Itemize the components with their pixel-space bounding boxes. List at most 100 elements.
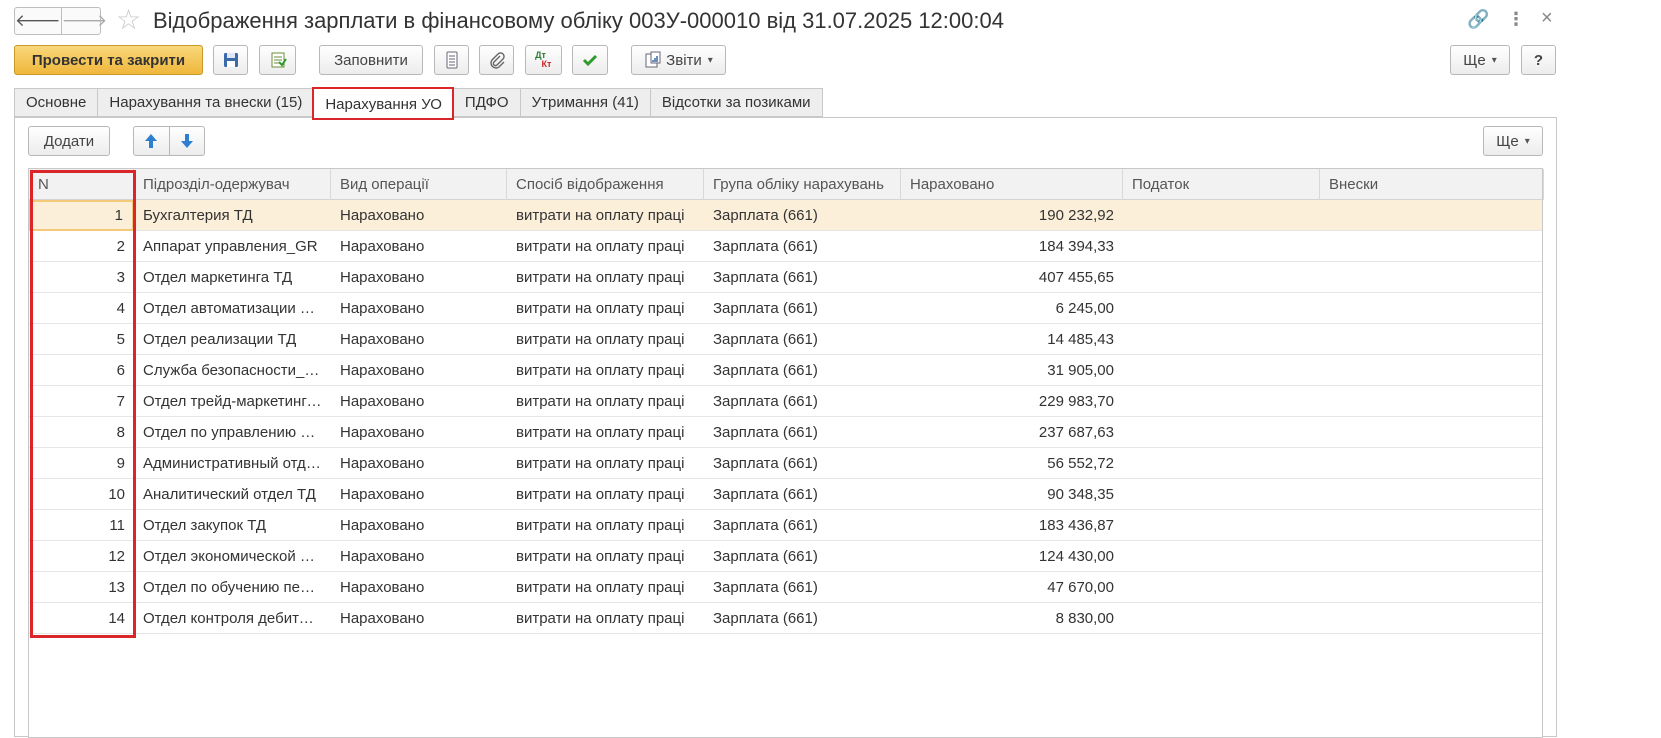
operation-cell[interactable]: Нараховано	[331, 355, 507, 386]
method-cell[interactable]: витрати на оплату праці	[507, 355, 704, 386]
fill-button[interactable]: Заповнити	[319, 45, 423, 75]
operation-cell[interactable]: Нараховано	[331, 262, 507, 293]
forward-arrow-icon[interactable]: 🡒	[60, 8, 107, 34]
department-cell[interactable]: Отдел по обучению персонала	[134, 572, 331, 603]
department-cell[interactable]: Отдел контроля дебиторской задолженности	[134, 603, 331, 634]
table-row[interactable]: 14Отдел контроля дебиторской задолженнос…	[29, 603, 1542, 634]
tab-deductions[interactable]: Утримання (41)	[519, 88, 650, 117]
department-cell[interactable]: Бухгалтерия ТД	[134, 200, 331, 231]
accrued-cell[interactable]: 184 394,33	[901, 231, 1123, 262]
n-cell[interactable]: 10	[29, 479, 134, 510]
department-cell[interactable]: Аппарат управления_GR	[134, 231, 331, 262]
tab-accruals-contributions[interactable]: Нарахування та внески (15)	[97, 88, 314, 117]
tax-cell[interactable]	[1123, 355, 1320, 386]
tax-cell[interactable]	[1123, 417, 1320, 448]
tax-cell[interactable]	[1123, 510, 1320, 541]
operation-cell[interactable]: Нараховано	[331, 417, 507, 448]
group-cell[interactable]: Зарплата (661)	[704, 541, 901, 572]
n-cell[interactable]: 2	[29, 231, 134, 262]
n-cell[interactable]: 6	[29, 355, 134, 386]
operation-cell[interactable]: Нараховано	[331, 510, 507, 541]
more-options-icon[interactable]: ⋮	[1507, 9, 1525, 30]
back-arrow-icon[interactable]: 🡐	[15, 8, 61, 34]
document-list-button[interactable]	[434, 45, 469, 75]
method-cell[interactable]: витрати на оплату праці	[507, 448, 704, 479]
n-cell[interactable]: 13	[29, 572, 134, 603]
table-row[interactable]: 5 Отдел реализации ТД Нараховано витрати на…	[29, 324, 1542, 355]
n-cell[interactable]: 5	[29, 324, 134, 355]
help-button[interactable]: ?	[1521, 45, 1556, 75]
operation-cell[interactable]: Нараховано	[331, 200, 507, 231]
n-cell[interactable]: 7	[29, 386, 134, 417]
table-row[interactable]: 12Отдел экономической безопасностиНарахо…	[29, 541, 1542, 572]
operation-cell[interactable]: Нараховано	[331, 541, 507, 572]
accrued-cell[interactable]: 190 232,92	[901, 200, 1123, 231]
tax-cell[interactable]	[1123, 293, 1320, 324]
table-row[interactable]: 3 Отдел маркетинга ТД Нараховано витрати на…	[29, 262, 1542, 293]
contributions-cell[interactable]	[1320, 572, 1544, 603]
col-n-header[interactable]: N	[29, 169, 134, 200]
department-cell[interactable]: Аналитический отдел ТД	[134, 479, 331, 510]
department-cell[interactable]: Служба безопасности_GR	[134, 355, 331, 386]
table-row[interactable]: 10 Аналитический отдел ТД Нараховано витрат…	[29, 479, 1542, 510]
group-cell[interactable]: Зарплата (661)	[704, 262, 901, 293]
col-method-header[interactable]: Спосіб відображення	[507, 169, 704, 200]
accrued-cell[interactable]: 183 436,87	[901, 510, 1123, 541]
operation-cell[interactable]: Нараховано	[331, 479, 507, 510]
table-row[interactable]: 9 Административный отдел ТД Нараховано витр…	[29, 448, 1542, 479]
col-tax-header[interactable]: Податок	[1123, 169, 1320, 200]
tax-cell[interactable]	[1123, 231, 1320, 262]
accrued-cell[interactable]: 8 830,00	[901, 603, 1123, 634]
contributions-cell[interactable]	[1320, 324, 1544, 355]
operation-cell[interactable]: Нараховано	[331, 603, 507, 634]
method-cell[interactable]: витрати на оплату праці	[507, 510, 704, 541]
group-cell[interactable]: Зарплата (661)	[704, 603, 901, 634]
col-group-header[interactable]: Група обліку нарахувань	[704, 169, 901, 200]
accrued-cell[interactable]: 56 552,72	[901, 448, 1123, 479]
table-row[interactable]: 8Отдел по управлению персоналомНарахован…	[29, 417, 1542, 448]
contributions-cell[interactable]	[1320, 603, 1544, 634]
n-cell[interactable]: 9	[29, 448, 134, 479]
group-cell[interactable]: Зарплата (661)	[704, 417, 901, 448]
department-cell[interactable]: Отдел закупок ТД	[134, 510, 331, 541]
group-cell[interactable]: Зарплата (661)	[704, 572, 901, 603]
link-icon[interactable]: 🔗	[1467, 9, 1489, 30]
operation-cell[interactable]: Нараховано	[331, 386, 507, 417]
tab-accruals-uo[interactable]: Нарахування УО	[312, 87, 454, 120]
accrued-cell[interactable]: 124 430,00	[901, 541, 1123, 572]
n-cell[interactable]: 4	[29, 293, 134, 324]
accrued-cell[interactable]: 237 687,63	[901, 417, 1123, 448]
move-down-button[interactable]	[170, 127, 205, 155]
table-row[interactable]: 2 Аппарат управления_GR Нараховано витрати …	[29, 231, 1542, 262]
accrued-cell[interactable]: 90 348,35	[901, 479, 1123, 510]
group-cell[interactable]: Зарплата (661)	[704, 231, 901, 262]
post-document-button[interactable]	[259, 45, 296, 75]
n-cell[interactable]: 8	[29, 417, 134, 448]
favorite-star-icon[interactable]: ☆	[116, 6, 141, 34]
contributions-cell[interactable]	[1320, 293, 1544, 324]
group-cell[interactable]: Зарплата (661)	[704, 510, 901, 541]
accrued-cell[interactable]: 407 455,65	[901, 262, 1123, 293]
dt-kt-button[interactable]: Дт Кт	[525, 45, 562, 75]
table-row[interactable]: 13Отдел по обучению персоналаНарахованов…	[29, 572, 1542, 603]
n-cell[interactable]: 1	[29, 200, 134, 231]
n-cell[interactable]: 3	[29, 262, 134, 293]
group-cell[interactable]: Зарплата (661)	[704, 386, 901, 417]
accrued-cell[interactable]: 14 485,43	[901, 324, 1123, 355]
operation-cell[interactable]: Нараховано	[331, 448, 507, 479]
col-contributions-header[interactable]: Внески	[1320, 169, 1544, 200]
department-cell[interactable]: Отдел реализации ТД	[134, 324, 331, 355]
save-button[interactable]	[213, 45, 248, 75]
tax-cell[interactable]	[1123, 572, 1320, 603]
col-department-header[interactable]: Підрозділ-одержувач	[134, 169, 331, 200]
accrued-cell[interactable]: 6 245,00	[901, 293, 1123, 324]
tax-cell[interactable]	[1123, 541, 1320, 572]
method-cell[interactable]: витрати на оплату праці	[507, 417, 704, 448]
tab-loan-interest[interactable]: Відсотки за позиками	[649, 88, 823, 117]
post-and-close-button[interactable]: Провести та закрити	[14, 45, 203, 75]
contributions-cell[interactable]	[1320, 386, 1544, 417]
operation-cell[interactable]: Нараховано	[331, 572, 507, 603]
group-cell[interactable]: Зарплата (661)	[704, 293, 901, 324]
move-up-button[interactable]	[134, 127, 170, 155]
add-button[interactable]: Додати	[28, 126, 110, 156]
